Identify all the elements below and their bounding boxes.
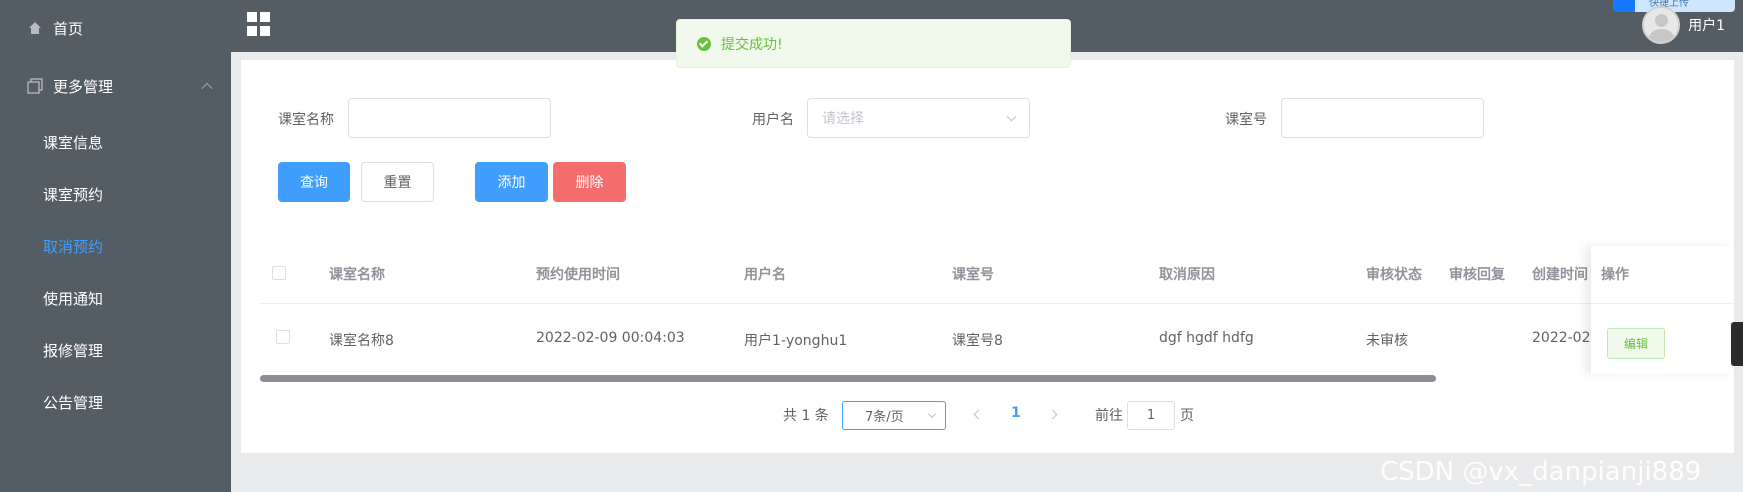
add-button[interactable]: 添加 — [475, 162, 548, 202]
username: 用户1 — [1688, 18, 1725, 34]
column-header[interactable]: 课室号 — [952, 264, 994, 284]
sidebar-item-usage-notice[interactable]: 使用通知 — [43, 276, 103, 320]
column-header[interactable]: 审核回复 — [1449, 264, 1505, 284]
cell-created-time: 2022-02- — [1532, 330, 1596, 346]
sidebar-item-label: 报修管理 — [43, 341, 104, 360]
column-header[interactable]: 课室名称 — [329, 264, 385, 284]
sidebar-item-label: 使用通知 — [43, 289, 104, 308]
main-panel: 课室名称 用户名 请选择 课室号 查询 重置 添加 删除 课室名称 预约使用时间… — [241, 60, 1734, 453]
column-header[interactable]: 预约使用时间 — [536, 264, 620, 284]
sidebar-item-announcement-management[interactable]: 公告管理 — [43, 380, 103, 424]
column-header[interactable]: 取消原因 — [1159, 264, 1215, 284]
column-header[interactable]: 创建时间 — [1532, 264, 1588, 284]
watermark: CSDN @vx_danpianji889 — [1380, 457, 1702, 487]
sidebar: 首页 更多管理 课室信息 课室预约 取消预约 使用通知 报修管理 公告管理 — [0, 0, 231, 492]
username-select[interactable]: 请选择 — [807, 98, 1030, 138]
page-size-select[interactable]: 7条/页 — [842, 401, 946, 430]
row-divider — [260, 303, 1717, 304]
pagination-total: 共 1 条 — [783, 408, 829, 424]
sidebar-item-classroom-booking[interactable]: 课室预约 — [43, 172, 103, 216]
menu-icon — [27, 78, 43, 94]
room-no-input[interactable] — [1281, 98, 1484, 138]
next-page-icon[interactable] — [1047, 409, 1058, 420]
username-label: 用户名 — [752, 112, 794, 128]
sidebar-item-label: 课室信息 — [43, 133, 104, 152]
success-toast: 提交成功! — [676, 19, 1071, 68]
sidebar-item-label: 取消预约 — [43, 237, 104, 256]
chevron-up-icon — [201, 82, 213, 95]
user-menu[interactable]: 用户1 — [1642, 6, 1725, 44]
sidebar-item-repair-management[interactable]: 报修管理 — [43, 328, 103, 372]
cell-cancel-reason: dgf hgdf hdfg — [1159, 330, 1254, 346]
sidebar-item-label: 更多管理 — [53, 77, 114, 96]
select-all-checkbox[interactable] — [272, 266, 286, 280]
query-button[interactable]: 查询 — [278, 162, 350, 202]
column-header-action: 操作 — [1601, 267, 1629, 283]
horizontal-scrollbar[interactable] — [260, 375, 1717, 383]
delete-button[interactable]: 删除 — [553, 162, 626, 202]
room-name-input[interactable] — [348, 98, 551, 138]
sidebar-item-label: 首页 — [53, 19, 84, 38]
scrollbar-thumb[interactable] — [260, 375, 1436, 382]
toast-message: 提交成功! — [721, 36, 783, 53]
sidebar-item-label: 课室预约 — [43, 185, 104, 204]
sidebar-item-label: 公告管理 — [43, 393, 104, 412]
fixed-action-column: 操作 编辑 — [1591, 246, 1734, 374]
room-name-label: 课室名称 — [278, 112, 334, 128]
cell-room-no: 课室号8 — [952, 333, 1003, 349]
home-icon — [27, 20, 43, 36]
cell-room-name: 课室名称8 — [329, 333, 394, 349]
sidebar-item-classroom-info[interactable]: 课室信息 — [43, 120, 103, 164]
column-header[interactable]: 用户名 — [744, 264, 786, 284]
sidebar-item-cancel-booking[interactable]: 取消预约 — [43, 224, 103, 268]
avatar[interactable] — [1642, 6, 1681, 44]
cell-review-status: 未审核 — [1366, 333, 1408, 349]
row-divider — [1591, 303, 1734, 304]
cell-username: 用户1-yonghu1 — [744, 333, 848, 349]
side-drawer-handle[interactable] — [1731, 322, 1743, 366]
sidebar-item-home[interactable]: 首页 — [0, 6, 231, 50]
chevron-down-icon — [1006, 111, 1017, 122]
grid-icon[interactable] — [247, 12, 271, 36]
reset-button[interactable]: 重置 — [361, 162, 434, 202]
page-size-value: 7条/页 — [865, 410, 904, 425]
row-checkbox[interactable] — [276, 330, 290, 344]
success-check-icon — [697, 36, 711, 51]
current-page-number[interactable]: 1 — [1011, 405, 1021, 421]
goto-page-input[interactable]: 1 — [1127, 401, 1175, 430]
cloud-icon — [1613, 0, 1635, 12]
room-no-label: 课室号 — [1225, 112, 1267, 128]
edit-button[interactable]: 编辑 — [1607, 328, 1665, 359]
cell-booking-time: 2022-02-09 00:04:03 — [536, 330, 685, 346]
username-select-placeholder: 请选择 — [822, 111, 864, 127]
chevron-down-icon — [927, 409, 937, 419]
goto-label: 前往 — [1095, 408, 1123, 424]
prev-page-icon[interactable] — [973, 409, 984, 420]
column-header[interactable]: 审核状态 — [1366, 264, 1422, 284]
page-suffix: 页 — [1180, 408, 1194, 424]
sidebar-item-more-management[interactable]: 更多管理 — [0, 64, 231, 108]
